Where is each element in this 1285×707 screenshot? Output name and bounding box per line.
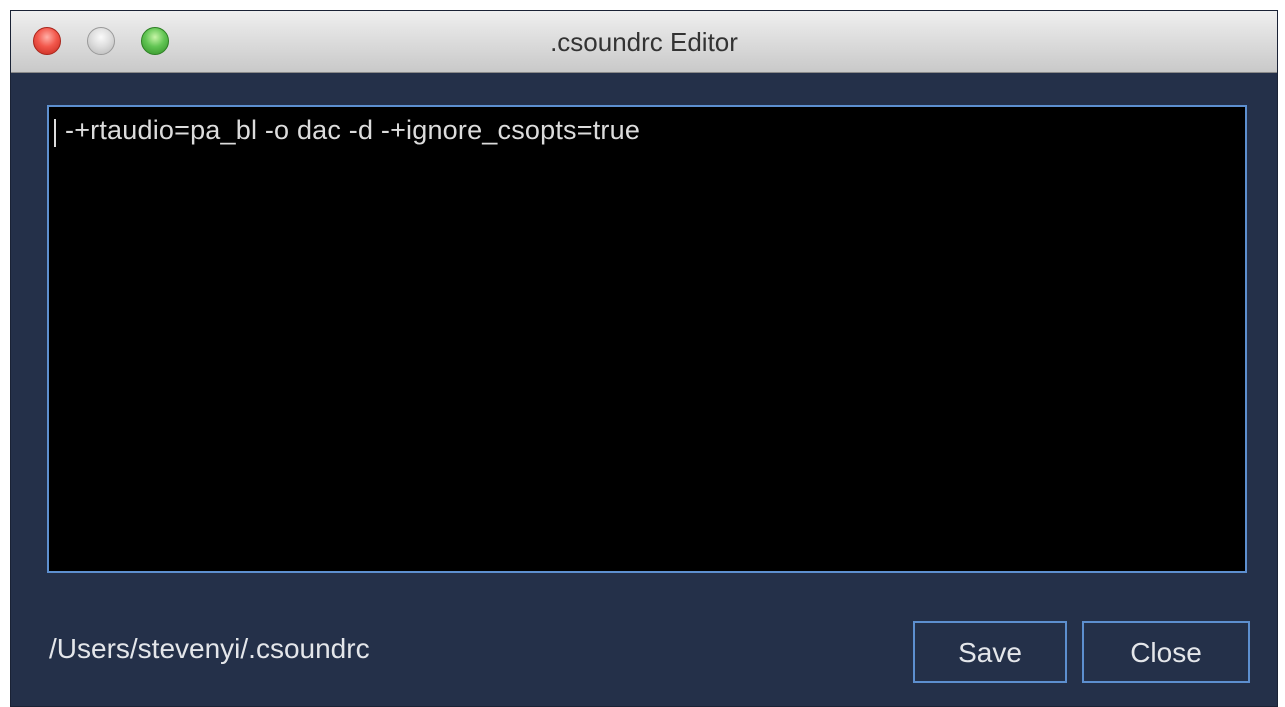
window-title: .csoundrc Editor	[550, 27, 738, 57]
close-button[interactable]: Close	[1082, 621, 1250, 683]
csoundrc-text-area[interactable]: -+rtaudio=pa_bl -o dac -d -+ignore_csopt…	[47, 105, 1247, 573]
text-caret	[54, 119, 56, 147]
title-bar[interactable]: .csoundrc Editor	[11, 11, 1277, 73]
save-button[interactable]: Save	[913, 621, 1067, 683]
csoundrc-editor-window: .csoundrc Editor -+rtaudio=pa_bl -o dac …	[10, 10, 1278, 707]
file-path-label: /Users/stevenyi/.csoundrc	[49, 633, 370, 664]
editor-content[interactable]: -+rtaudio=pa_bl -o dac -d -+ignore_csopt…	[65, 115, 640, 146]
